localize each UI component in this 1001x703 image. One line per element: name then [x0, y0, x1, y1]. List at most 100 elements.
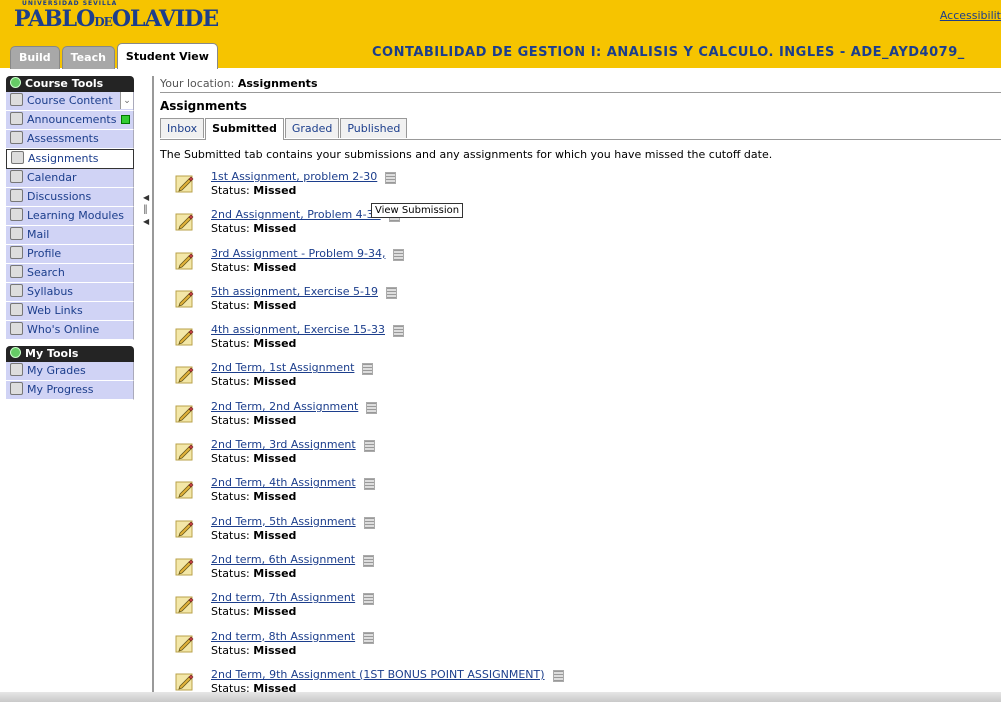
sidebar-item-assessments[interactable]: Assessments	[6, 130, 134, 149]
sidebar-item-label: Learning Modules	[27, 209, 124, 222]
assignment-link[interactable]: 2nd Assignment, Problem 4-31	[211, 208, 381, 221]
view-tabs: Build Teach Student View	[10, 43, 220, 69]
view-submission-icon[interactable]	[364, 516, 375, 529]
status-label: Status:	[211, 490, 250, 504]
sidebar-item-profile[interactable]: Profile	[6, 245, 134, 264]
assignment-link[interactable]: 2nd Term, 4th Assignment	[211, 476, 356, 489]
view-submission-icon[interactable]	[363, 554, 374, 567]
list-item: 1st Assignment, problem 2-30 Status: Miss…	[160, 167, 1001, 205]
assignment-icon	[175, 326, 195, 346]
assignment-title: 2nd Assignment, Problem 4-31	[211, 208, 381, 222]
assignment-status: Status: Missed	[211, 375, 296, 388]
view-submission-icon[interactable]	[363, 593, 374, 606]
assignment-icon	[175, 633, 195, 653]
collapse-icon[interactable]: ⌄	[120, 92, 133, 109]
discussion-icon	[10, 189, 23, 202]
course-tools-header: Course Tools	[6, 76, 134, 92]
assignment-link[interactable]: 2nd Term, 9th Assignment (1ST BONUS POIN…	[211, 668, 545, 681]
assignment-link[interactable]: 2nd term, 8th Assignment	[211, 630, 355, 643]
assignment-link[interactable]: 5th assignment, Exercise 5-19	[211, 285, 378, 298]
list-item: 2nd Term, 1st Assignment Status: Missed	[160, 358, 1001, 396]
list-item: 2nd term, 7th Assignment Status: Missed	[160, 588, 1001, 626]
list-item: 2nd term, 6th Assignment Status: Missed	[160, 550, 1001, 588]
assignment-icon	[175, 364, 195, 384]
assignment-title: 2nd term, 6th Assignment	[211, 552, 356, 566]
view-submission-icon[interactable]	[393, 325, 404, 338]
accessibility-link[interactable]: Accessibilit	[940, 9, 1001, 22]
assignment-link[interactable]: 2nd Term, 3rd Assignment	[211, 438, 356, 451]
assignment-link[interactable]: 2nd term, 7th Assignment	[211, 591, 355, 604]
assignment-link[interactable]: 3rd Assignment - Problem 9-34,	[211, 247, 385, 260]
view-submission-icon[interactable]	[553, 669, 564, 682]
sidebar-item-web-links[interactable]: Web Links	[6, 302, 134, 321]
tab-submitted[interactable]: Submitted	[205, 118, 284, 140]
assignment-icon	[175, 403, 195, 423]
assignment-icon	[175, 671, 195, 691]
list-item: 2nd Term, 5th Assignment Status: Missed	[160, 512, 1001, 550]
assignment-status: Status: Missed	[211, 452, 296, 465]
progress-icon	[10, 382, 23, 395]
sidebar-item-learning-modules[interactable]: Learning Modules	[6, 207, 134, 226]
view-submission-icon[interactable]	[366, 401, 377, 414]
assignment-link[interactable]: 4th assignment, Exercise 15-33	[211, 323, 385, 336]
sidebar-item-announcements[interactable]: Announcements	[6, 111, 134, 130]
assignment-status: Status: Missed	[211, 184, 296, 197]
status-value: Missed	[253, 298, 297, 312]
sidebar-item-label: My Progress	[27, 383, 94, 396]
status-value: Missed	[253, 566, 297, 580]
tab-teach[interactable]: Teach	[61, 46, 115, 69]
status-value: Missed	[253, 222, 297, 236]
search-icon	[10, 265, 23, 278]
tab-inbox[interactable]: Inbox	[160, 118, 205, 138]
status-label: Status:	[211, 375, 250, 389]
sidebar-item-search[interactable]: Search	[6, 264, 134, 283]
view-submission-icon[interactable]	[385, 172, 396, 184]
sidebar-item-assignments[interactable]: Assignments	[6, 149, 134, 169]
assignment-title: 2nd Term, 1st Assignment	[211, 361, 355, 375]
assignment-icon	[175, 479, 195, 499]
status-label: Status:	[211, 337, 250, 351]
tab-graded[interactable]: Graded	[284, 118, 340, 138]
tab-build[interactable]: Build	[10, 46, 60, 69]
profile-icon	[10, 246, 23, 259]
assignment-title: 1st Assignment, problem 2-30	[211, 170, 378, 183]
view-submission-icon[interactable]	[393, 248, 404, 261]
assignment-icon	[175, 518, 195, 538]
sidebar-item-label: Web Links	[27, 304, 83, 317]
assignment-status: Status: Missed	[211, 222, 296, 235]
assignment-link[interactable]: 2nd term, 6th Assignment	[211, 553, 355, 566]
status-value: Missed	[253, 375, 297, 389]
assignment-tabs: Inbox Submitted Graded Published	[160, 118, 1001, 140]
sidebar-item-course-content[interactable]: Course Content ⌄	[6, 92, 134, 111]
sidebar-item-calendar[interactable]: Calendar	[6, 169, 134, 188]
assignment-status: Status: Missed	[211, 490, 296, 503]
assignment-title: 5th assignment, Exercise 5-19	[211, 284, 378, 298]
sidebar-item-my-grades[interactable]: My Grades	[6, 362, 134, 381]
sidebar-item-my-progress[interactable]: My Progress	[6, 381, 134, 400]
logo-main-left: PABLO	[14, 6, 95, 32]
tab-published[interactable]: Published	[340, 118, 408, 138]
view-submission-icon[interactable]	[364, 478, 375, 491]
list-item: 2nd term, 8th Assignment Status: Missed	[160, 627, 1001, 665]
sidebar-item-syllabus[interactable]: Syllabus	[6, 283, 134, 302]
status-value: Missed	[253, 260, 297, 274]
sidebar-item-mail[interactable]: Mail	[6, 226, 134, 245]
tab-student-view[interactable]: Student View	[116, 43, 218, 69]
sidebar-item-discussions[interactable]: Discussions	[6, 188, 134, 207]
view-submission-icon[interactable]	[363, 631, 374, 644]
assignment-status: Status: Missed	[211, 414, 296, 427]
view-submission-icon[interactable]	[362, 363, 373, 376]
sidebar-item-who-s-online[interactable]: Who's Online	[6, 321, 134, 340]
assignment-link[interactable]: 2nd Term, 1st Assignment	[211, 361, 354, 374]
assignment-title: 2nd Term, 4th Assignment	[211, 476, 356, 490]
view-submission-tooltip: View Submission	[371, 203, 464, 218]
assignment-link[interactable]: 2nd Term, 5th Assignment	[211, 515, 356, 528]
status-label: Status:	[211, 298, 250, 312]
assignment-link[interactable]: 1st Assignment, problem 2-30	[211, 170, 377, 183]
view-submission-icon[interactable]	[364, 440, 375, 453]
status-value: Missed	[253, 452, 297, 466]
assignment-link[interactable]: 2nd Term, 2nd Assignment	[211, 400, 358, 413]
assignment-icon	[175, 173, 195, 193]
view-submission-icon[interactable]	[386, 286, 397, 299]
assignment-icon	[175, 556, 195, 576]
